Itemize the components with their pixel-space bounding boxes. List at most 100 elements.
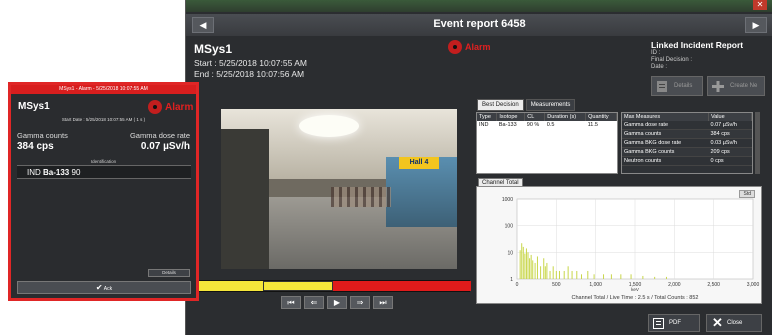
col-duration: Duration (s) <box>544 113 587 121</box>
event-title: Event report 6458 <box>433 18 526 30</box>
cell-duration: 0.5 <box>546 122 555 128</box>
step-forward-button[interactable]: ⇒ <box>350 296 370 309</box>
x-tick-label: 500 <box>552 282 561 288</box>
popup-details-button[interactable]: Details <box>148 269 190 277</box>
alarm-indicator: Alarm <box>448 40 491 54</box>
event-report-window: ✕ ◀ Event report 6458 ▶ MSys1 Start : 5/… <box>185 0 772 335</box>
system-name: MSys1 <box>194 42 233 56</box>
popup-alarm-label: Alarm <box>165 101 194 113</box>
pdf-button[interactable]: PDF <box>648 314 700 332</box>
window-top-strip: ✕ <box>186 0 772 12</box>
next-event-button[interactable]: ▶ <box>745 17 767 33</box>
popup-title: MSys1 - Alarm - 5/25/2018 10:07:55 AM <box>11 85 196 94</box>
identification-label: Identification <box>90 159 117 164</box>
table-row[interactable]: IND Ba-133 90 % 0.5 11.5 <box>477 121 617 129</box>
pdf-label: PDF <box>669 320 681 326</box>
table-row: Gamma counts 384 cps <box>622 129 752 139</box>
identification-type: IND <box>27 168 41 177</box>
step-back-button[interactable]: ⇐ <box>304 296 324 309</box>
check-icon: ✔ <box>95 283 103 292</box>
linked-id: ID : <box>651 50 661 56</box>
timeline-selection[interactable] <box>263 281 333 291</box>
event-start: Start : 5/25/2018 10:07:55 AM <box>194 58 307 68</box>
col-value: Value <box>708 113 753 121</box>
cell-value: 209 cps <box>708 147 752 157</box>
timeline-alarm <box>333 281 471 291</box>
event-title-bar: ◀ Event report 6458 ▶ <box>186 14 772 36</box>
details-button[interactable]: Details <box>651 76 703 96</box>
details-label: Details <box>674 83 693 89</box>
event-end: End : 5/25/2018 10:07:56 AM <box>194 69 305 79</box>
radiation-icon <box>148 100 162 114</box>
x-tick-label: 1,000 <box>589 282 602 288</box>
cell-value: 0.07 µSv/h <box>708 121 752 130</box>
cell-value: 384 cps <box>708 129 752 139</box>
acknowledge-button[interactable]: ✔ Ack <box>17 281 191 294</box>
col-isotope: Isotope <box>496 113 526 121</box>
tab-best-decision[interactable]: Best Decision <box>477 99 524 111</box>
x-tick-label: 3,000 <box>747 282 760 288</box>
table-row: Neutron counts 0 cps <box>622 156 752 166</box>
skip-start-button[interactable]: ⏮ <box>281 296 301 309</box>
col-quantity: Quantity <box>585 113 617 121</box>
y-tick-label: 1000 <box>502 197 513 203</box>
popup-system-name: MSys1 <box>18 101 50 112</box>
close-button[interactable]: ✕ Close <box>706 314 762 332</box>
close-label: Close <box>727 320 743 326</box>
y-tick-label: 10 <box>507 250 513 256</box>
skip-end-button[interactable]: ⏭ <box>373 296 393 309</box>
col-type: Type <box>477 113 498 121</box>
cell-measure: Gamma BKG counts <box>622 147 709 157</box>
col-max-measures: Max Measures <box>622 113 709 121</box>
identification-row[interactable]: IND Ba-133 90 <box>17 165 191 179</box>
create-new-button[interactable]: Create Ne <box>707 76 765 96</box>
spectrum-chart: 11010010000 500 1,000 1,500 2,000 2,500 3,000k… <box>502 197 760 301</box>
play-button[interactable]: ▶ <box>327 296 347 309</box>
cell-cl: 90 % <box>526 122 540 128</box>
spectrum-chart-panel: Std 1 10 100 1000 0 500 1,000 1,500 2,000 2,500 3,… <box>476 186 762 304</box>
cell-quantity: 11.5 <box>587 122 598 128</box>
video-ceiling-light <box>299 115 359 137</box>
gamma-dose-label: Gamma dose rate <box>129 131 190 140</box>
identification-table: Type Isotope CL Duration (s) Quantity IN… <box>476 112 618 174</box>
cell-type: IND <box>479 122 489 128</box>
table-row: Gamma BKG dose rate 0.03 µSv/h <box>622 138 752 148</box>
alarm-label: Alarm <box>465 42 491 52</box>
gamma-counts-value: 384 cps <box>17 141 54 152</box>
linked-date: Date : <box>651 64 668 70</box>
gamma-dose-value: 0.07 µSv/h <box>140 141 190 152</box>
plus-icon <box>712 81 724 92</box>
linked-incident-report: Linked Incident Report ID : Final Decisi… <box>651 40 767 100</box>
y-tick-label: 100 <box>505 224 514 230</box>
cell-measure: Gamma counts <box>622 129 709 139</box>
document-icon <box>657 81 667 92</box>
result-tabs: Best Decision Measurements <box>477 99 576 111</box>
x-tick-label: 0 <box>516 282 519 288</box>
camera-video-frame[interactable]: Hall 4 <box>221 109 457 269</box>
popup-start-date: Start Date : 5/25/2018 10:07:55 AM ( 1 s… <box>61 117 146 122</box>
col-cl: CL <box>524 113 546 121</box>
playback-controls: ⏮ ⇐ ▶ ⇒ ⏭ <box>281 296 393 309</box>
tab-measurements[interactable]: Measurements <box>525 99 576 111</box>
cell-isotope: Ba-133 <box>498 122 517 128</box>
event-header: MSys1 Start : 5/25/2018 10:07:55 AM End … <box>194 42 307 79</box>
cell-measure: Gamma dose rate <box>622 121 709 130</box>
chart-scale-button[interactable]: Std <box>739 190 755 198</box>
close-icon: ✕ <box>712 315 723 330</box>
gamma-counts-label: Gamma counts <box>17 131 68 140</box>
playback-timeline[interactable] <box>198 280 471 292</box>
ack-label: Ack <box>103 286 113 292</box>
chart-footer: Channel Total / Live Time : 2.5 s / Tota… <box>572 295 699 301</box>
x-axis-label: keV <box>631 287 639 292</box>
max-measures-table: Max Measures Value Gamma dose rate 0.07 µ… <box>621 112 753 174</box>
cell-measure: Neutron counts <box>622 156 709 166</box>
cell-value: 0 cps <box>708 156 752 166</box>
window-close-icon[interactable]: ✕ <box>753 0 767 10</box>
cell-value: 0.03 µSv/h <box>708 138 752 148</box>
video-hall-sign: Hall 4 <box>399 157 439 169</box>
identification-isotope: Ba-133 <box>43 168 70 177</box>
radiation-icon <box>448 40 462 54</box>
identification-cl: 90 <box>71 168 81 177</box>
measures-scrollbar[interactable] <box>755 112 760 174</box>
pdf-icon <box>653 318 664 329</box>
